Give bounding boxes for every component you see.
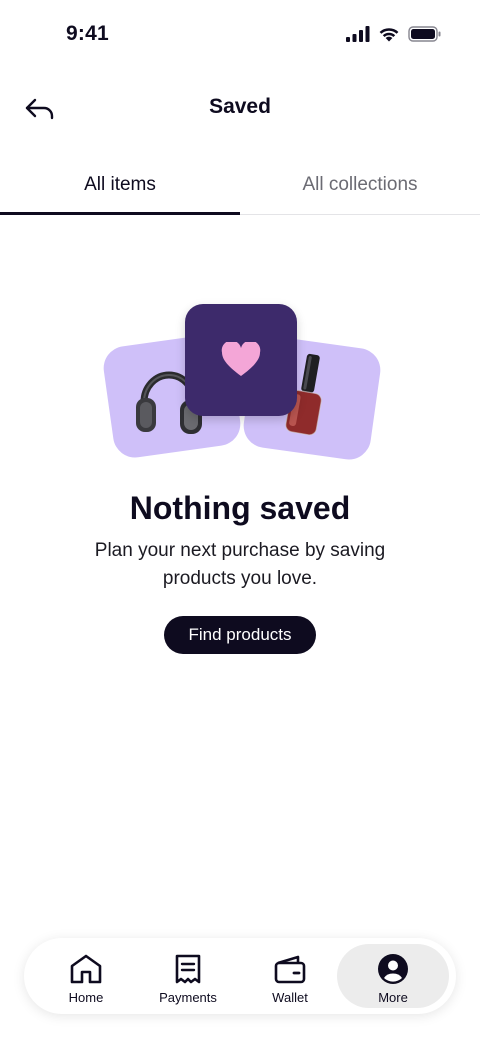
battery-icon — [408, 26, 441, 42]
tab-all-items[interactable]: All items — [0, 156, 240, 215]
empty-state-illustration — [100, 300, 384, 470]
find-products-button[interactable]: Find products — [164, 616, 316, 654]
nav-label-more: More — [378, 990, 408, 1005]
illustration-card-center — [185, 304, 297, 416]
signal-icon — [346, 26, 370, 42]
empty-state-title: Nothing saved — [129, 490, 351, 526]
nav-item-wallet[interactable]: Wallet — [240, 944, 340, 1008]
tab-bar: All items All collections — [0, 156, 480, 215]
status-icons — [346, 26, 442, 42]
status-time: 9:41 — [66, 22, 109, 45]
page-title: Saved — [209, 95, 271, 118]
nav-item-payments[interactable]: Payments — [138, 944, 238, 1008]
status-bar: 9:41 — [0, 0, 480, 70]
profile-icon — [378, 954, 408, 984]
header: Saved — [0, 80, 480, 136]
nav-item-home[interactable]: Home — [36, 944, 136, 1008]
nav-label-home: Home — [68, 990, 104, 1005]
receipt-icon — [175, 954, 201, 984]
nav-item-more[interactable]: More — [337, 944, 449, 1008]
bottom-nav: Home Payments Wallet More — [24, 938, 456, 1014]
home-icon — [70, 954, 102, 984]
nav-label-wallet: Wallet — [272, 990, 308, 1005]
wallet-icon — [274, 955, 306, 984]
tab-all-collections[interactable]: All collections — [240, 156, 480, 214]
nav-label-payments: Payments — [159, 990, 217, 1005]
empty-state-description: Plan your next purchase by saving produc… — [94, 540, 386, 589]
heart-icon — [221, 342, 261, 376]
wifi-icon — [379, 28, 399, 42]
